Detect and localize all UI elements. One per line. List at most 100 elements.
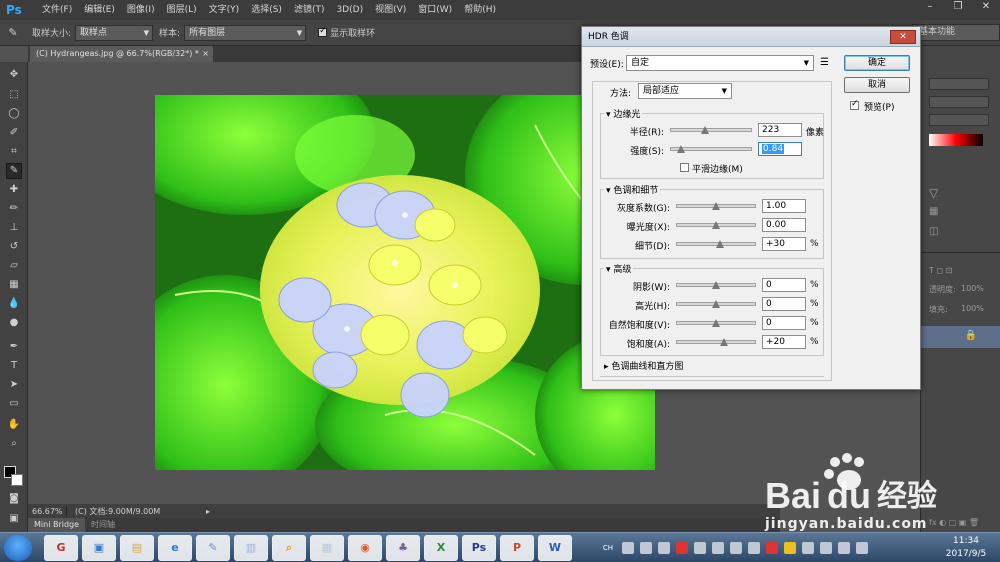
tray-icon[interactable] xyxy=(658,542,670,554)
restore-icon[interactable]: ❐ xyxy=(944,0,972,14)
speaker-icon[interactable] xyxy=(838,542,850,554)
highlight-field[interactable]: 0 xyxy=(762,297,806,311)
selected-layer-row[interactable]: 🔒 xyxy=(921,326,1000,348)
marquee-tool-icon[interactable]: ⬚ xyxy=(7,88,21,102)
tray-icon[interactable] xyxy=(820,542,832,554)
status-arrow-icon[interactable]: ▸ xyxy=(206,507,216,516)
menu-item-3[interactable]: 图层(L) xyxy=(161,0,203,20)
sample-select[interactable]: 所有图层 ▼ xyxy=(184,24,307,41)
menu-item-9[interactable]: 窗口(W) xyxy=(412,0,458,20)
gamma-slider[interactable] xyxy=(676,202,756,210)
taskbar-app-10[interactable]: X xyxy=(424,535,458,561)
hand-tool-icon[interactable]: ✋ xyxy=(7,418,21,432)
vibrance-field[interactable]: 0 xyxy=(762,316,806,330)
crop-tool-icon[interactable]: ⌗ xyxy=(7,145,21,159)
tray-icon[interactable] xyxy=(640,542,652,554)
detail-field[interactable]: +30 xyxy=(762,237,806,251)
screen-mode-icon[interactable]: ▣ xyxy=(7,512,21,526)
menu-item-4[interactable]: 文字(Y) xyxy=(203,0,246,20)
document-tab[interactable]: (C) Hydrangeas.jpg @ 66.7%(RGB/32*) * × xyxy=(30,46,213,62)
dialog-close-icon[interactable]: ✕ xyxy=(890,30,916,44)
brush-tool-icon[interactable]: ✏ xyxy=(7,202,21,216)
menu-item-8[interactable]: 视图(V) xyxy=(369,0,412,20)
menu-item-6[interactable]: 滤镜(T) xyxy=(288,0,331,20)
shadow-slider[interactable] xyxy=(676,281,756,289)
radius-slider[interactable] xyxy=(670,126,752,134)
workspace-select[interactable]: 基本功能 xyxy=(912,24,1000,41)
radius-slider-thumb[interactable] xyxy=(701,126,710,134)
eraser-tool-icon[interactable]: ▱ xyxy=(7,259,21,273)
menu-item-7[interactable]: 3D(D) xyxy=(330,0,369,20)
cancel-button[interactable]: 取消 xyxy=(844,77,910,93)
detail-slider[interactable] xyxy=(676,240,756,248)
zoom-tool-icon[interactable]: ⌕ xyxy=(7,437,21,451)
taskbar-app-3[interactable]: e xyxy=(158,535,192,561)
edge-glow-title[interactable]: ▾ 边缘光 xyxy=(604,107,643,120)
preview-checkbox[interactable] xyxy=(850,99,859,110)
tray-icon[interactable] xyxy=(748,542,760,554)
gradient-tool-icon[interactable]: ▦ xyxy=(7,278,21,292)
taskbar-app-1[interactable]: ▣ xyxy=(82,535,116,561)
highlight-slider[interactable] xyxy=(676,300,756,308)
vibrance-slider[interactable] xyxy=(676,319,756,327)
tray-icon[interactable] xyxy=(676,542,688,554)
strength-field[interactable]: 0.84 xyxy=(758,142,802,156)
close-icon[interactable]: ✕ xyxy=(972,0,1000,14)
dodge-tool-icon[interactable]: ● xyxy=(7,316,21,330)
language-indicator[interactable]: CH xyxy=(600,542,616,554)
fill-value[interactable]: 100% xyxy=(961,304,984,313)
eyedropper-icon[interactable]: ✎ xyxy=(0,26,26,39)
eyedropper-tool-icon[interactable]: ✎ xyxy=(6,163,22,179)
menu-item-5[interactable]: 选择(S) xyxy=(245,0,288,20)
taskbar-app-7[interactable]: ▦ xyxy=(310,535,344,561)
taskbar-app-4[interactable]: ✎ xyxy=(196,535,230,561)
ok-button[interactable]: 确定 xyxy=(844,55,910,71)
tray-icon[interactable] xyxy=(784,542,796,554)
document-info[interactable]: (C) 文档:9.00M/9.00M xyxy=(66,505,206,517)
sample-size-select[interactable]: 取样点 ▼ xyxy=(75,24,154,41)
taskbar-app-5[interactable]: ▥ xyxy=(234,535,268,561)
panel-field[interactable] xyxy=(929,114,989,126)
tray-icon[interactable] xyxy=(712,542,724,554)
gamma-slider-thumb[interactable] xyxy=(712,202,720,210)
tray-icon[interactable] xyxy=(622,542,634,554)
vibrance-slider-thumb[interactable] xyxy=(712,319,720,327)
move-tool-icon[interactable]: ✥ xyxy=(7,68,21,82)
taskbar-app-9[interactable]: ♣ xyxy=(386,535,420,561)
tab-mini-bridge[interactable]: Mini Bridge xyxy=(28,518,86,532)
tone-detail-title[interactable]: ▾ 色调和细节 xyxy=(604,183,661,196)
tab-timeline[interactable]: 时间轴 xyxy=(85,518,121,532)
panel-field[interactable] xyxy=(929,96,989,108)
background-color-swatch[interactable] xyxy=(11,474,23,486)
detail-slider-thumb[interactable] xyxy=(715,240,724,248)
method-select[interactable]: 局部适应 ▼ xyxy=(638,83,732,99)
preset-select[interactable]: 自定 ▼ xyxy=(626,55,814,71)
start-button[interactable] xyxy=(4,535,32,561)
smooth-edges-checkbox[interactable] xyxy=(680,163,689,172)
tray-icon[interactable] xyxy=(730,542,742,554)
pen-tool-icon[interactable]: ✒ xyxy=(7,340,21,354)
exposure-field[interactable]: 0.00 xyxy=(762,218,806,232)
taskbar-app-12[interactable]: P xyxy=(500,535,534,561)
exposure-slider-thumb[interactable] xyxy=(712,221,720,229)
path-select-icon[interactable]: ➤ xyxy=(7,378,21,392)
show-ring-checkbox[interactable] xyxy=(318,26,328,37)
taskbar-clock[interactable]: 11:34 2017/9/5 xyxy=(940,535,992,561)
gamma-field[interactable]: 1.00 xyxy=(762,199,806,213)
stamp-tool-icon[interactable]: ⊥ xyxy=(7,221,21,235)
taskbar-app-13[interactable]: W xyxy=(538,535,572,561)
opacity-value[interactable]: 100% xyxy=(961,284,984,293)
strength-slider[interactable] xyxy=(670,145,752,153)
quick-mask-icon[interactable]: ◙ xyxy=(7,492,21,506)
taskbar-app-6[interactable]: ⌕ xyxy=(272,535,306,561)
taskbar-app-8[interactable]: ◉ xyxy=(348,535,382,561)
taskbar-app-2[interactable]: ▤ xyxy=(120,535,154,561)
menu-item-0[interactable]: 文件(F) xyxy=(36,0,78,20)
tab-close-icon[interactable]: × xyxy=(202,46,209,62)
highlight-slider-thumb[interactable] xyxy=(712,300,720,308)
advanced-title[interactable]: ▾ 高级 xyxy=(604,262,634,275)
taskbar-app-11[interactable]: Ps xyxy=(462,535,496,561)
panel-field[interactable] xyxy=(929,78,989,90)
shadow-field[interactable]: 0 xyxy=(762,278,806,292)
saturation-field[interactable]: +20 xyxy=(762,335,806,349)
